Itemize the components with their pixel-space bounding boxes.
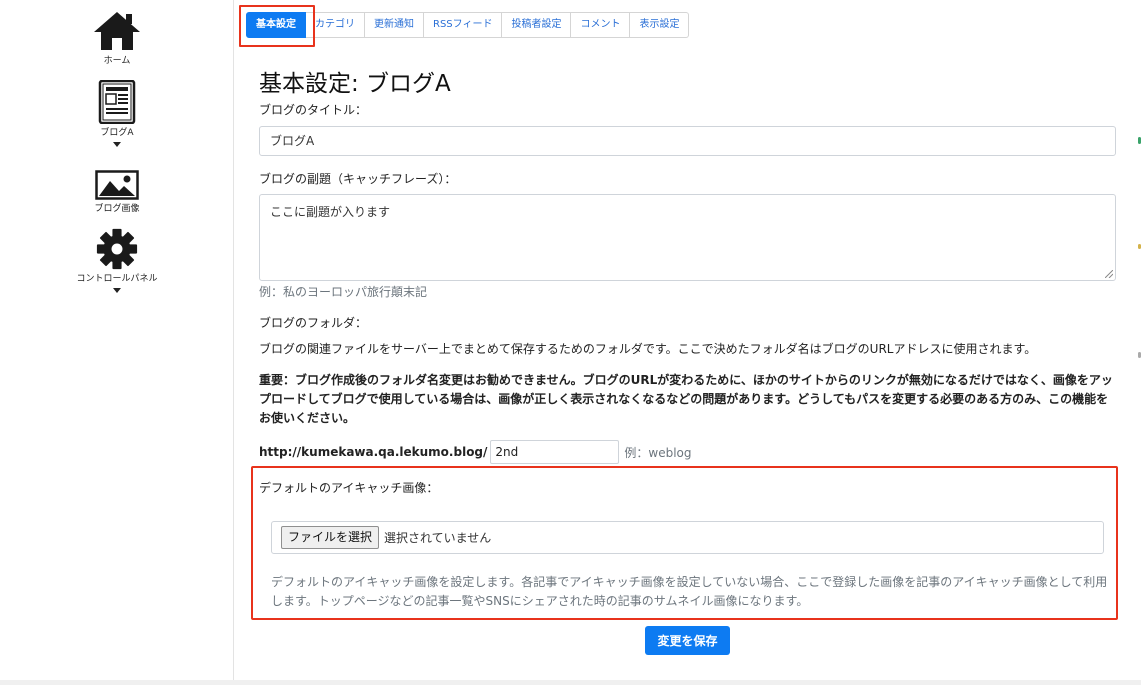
folder-example-text: 例：weblog (624, 445, 692, 460)
sidebar-item-home[interactable]: ホーム (0, 10, 234, 66)
sidebar: ホーム ブログA ブログ画像 コントロールパネル (0, 0, 234, 685)
tab-rss-feed[interactable]: RSSフィード (424, 12, 503, 38)
tab-basic-settings[interactable]: 基本設定 (246, 12, 306, 38)
tab-comments[interactable]: コメント (571, 12, 631, 38)
chevron-down-icon[interactable] (113, 142, 121, 147)
gear-icon (96, 228, 138, 270)
tab-update-notification[interactable]: 更新通知 (365, 12, 424, 38)
bottom-strip (0, 680, 1141, 685)
sidebar-item-label: ブログA (100, 128, 134, 138)
home-icon (94, 12, 140, 50)
blog-folder-input[interactable]: 2nd (490, 440, 620, 464)
subtitle-example-text: 例：私のヨーロッパ旅行顛末記 (259, 285, 428, 299)
image-icon (95, 170, 139, 200)
sidebar-item-label: コントロールパネル (76, 274, 158, 284)
choose-file-button[interactable]: ファイルを選択 (281, 526, 380, 549)
tab-author-settings[interactable]: 投稿者設定 (502, 12, 572, 38)
blog-subtitle-textarea[interactable]: ここに副題が入ります (259, 194, 1116, 281)
blog-url-prefix: http://kumekawa.qa.lekumo.blog/ (259, 445, 488, 459)
eyecatch-help-text: デフォルトのアイキャッチ画像を設定します。各記事でアイキャッチ画像を設定していな… (271, 575, 1108, 608)
resize-grip-icon[interactable] (1105, 270, 1113, 278)
sidebar-item-label: ブログ画像 (94, 204, 140, 214)
tab-category[interactable]: カテゴリ (306, 12, 365, 38)
tab-display-settings[interactable]: 表示設定 (630, 12, 690, 38)
eyecatch-file-input[interactable]: ファイルを選択 選択されていません (271, 521, 1104, 554)
file-status-text: 選択されていません (384, 531, 492, 545)
default-eyecatch-label: デフォルトのアイキャッチ画像： (259, 481, 439, 495)
blog-document-icon (98, 80, 136, 124)
blog-subtitle-value: ここに副題が入ります (270, 205, 391, 219)
blog-subtitle-label: ブログの副題（キャッチフレーズ）： (259, 172, 457, 186)
sidebar-item-label: ホーム (103, 56, 131, 66)
page-title: 基本設定: ブログA (259, 71, 451, 97)
blog-folder-description: ブログの関連ファイルをサーバー上でまとめて保存するためのフォルダです。ここで決め… (259, 342, 1037, 356)
blog-folder-warning: 重要：ブログ作成後のフォルダ名変更はお勧めできません。ブログのURLが変わるため… (259, 373, 1113, 425)
chevron-down-icon[interactable] (113, 288, 121, 293)
blog-title-input[interactable]: ブログA (259, 126, 1116, 156)
blog-folder-label: ブログのフォルダ： (259, 316, 368, 330)
save-changes-button[interactable]: 変更を保存 (645, 626, 730, 655)
sidebar-item-control-panel[interactable]: コントロールパネル (0, 228, 234, 293)
settings-tabs: 基本設定 カテゴリ 更新通知 RSSフィード 投稿者設定 コメント 表示設定 (246, 12, 690, 38)
blog-title-label: ブログのタイトル： (259, 103, 368, 117)
sidebar-item-blog[interactable]: ブログA (0, 80, 234, 147)
blog-url-row: http://kumekawa.qa.lekumo.blog/ 2nd 例：we… (259, 440, 692, 464)
sidebar-item-blog-images[interactable]: ブログ画像 (0, 170, 234, 214)
